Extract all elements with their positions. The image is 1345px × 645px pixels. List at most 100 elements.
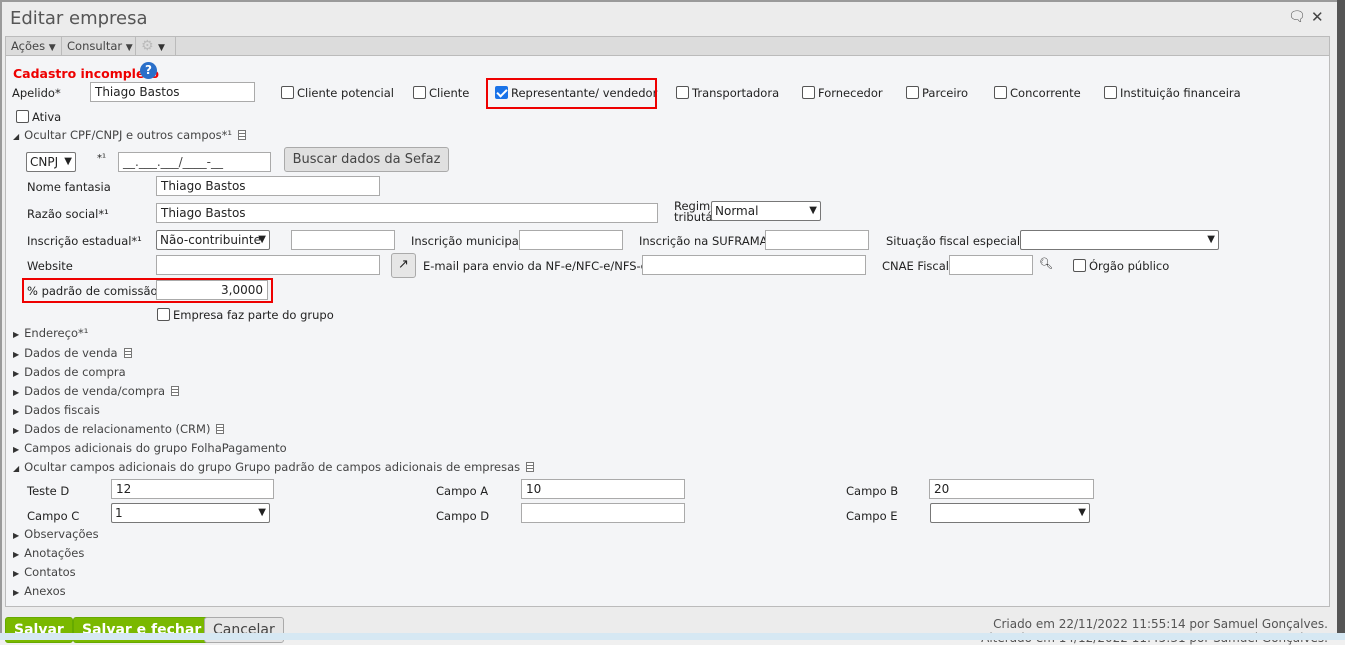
checkbox-transportadora[interactable]: Transportadora <box>676 86 779 100</box>
label: Concorrente <box>1010 86 1081 100</box>
website-input[interactable] <box>156 255 380 275</box>
suframa-label: Inscrição na SUFRAMA <box>639 234 768 248</box>
apelido-input[interactable]: Thiago Bastos <box>90 82 255 102</box>
value: CNPJ <box>30 155 59 169</box>
section-crm[interactable]: ▶ Dados de relacionamento (CRM) <box>13 422 225 436</box>
section-contatos[interactable]: ▶ Contatos <box>13 565 76 579</box>
campo-c-select[interactable]: 1 ▼ <box>111 503 270 523</box>
sefaz-button[interactable]: Buscar dados da Sefaz <box>284 147 449 172</box>
checkbox-grupo[interactable]: Empresa faz parte do grupo <box>157 308 334 322</box>
section-dados-venda-compra[interactable]: ▶ Dados de venda/compra <box>13 384 180 398</box>
label: Observações <box>24 527 99 541</box>
campo-b-label: Campo B <box>846 484 899 498</box>
checkbox-cliente-potencial[interactable]: Cliente potencial <box>281 86 394 100</box>
razao-social-input[interactable]: Thiago Bastos <box>156 203 658 223</box>
checkbox-concorrente[interactable]: Concorrente <box>994 86 1081 100</box>
scrollbar[interactable] <box>1337 0 1345 640</box>
situacao-select[interactable]: ▼ <box>1020 230 1219 250</box>
value: 1 <box>115 506 123 520</box>
campo-d-label: Campo D <box>436 509 490 523</box>
insc-estadual-label: Inscrição estadual*¹ <box>27 234 142 248</box>
section-dados-compra[interactable]: ▶ Dados de compra <box>13 365 126 379</box>
section-dados-venda[interactable]: ▶ Dados de venda <box>13 346 132 360</box>
campo-b-input[interactable]: 20 <box>929 479 1094 499</box>
label: Transportadora <box>692 86 780 100</box>
label: Anexos <box>24 584 66 598</box>
search-icon[interactable]: 🔍︎ <box>1039 257 1053 270</box>
doc-required-marker: *¹ <box>97 153 107 164</box>
cnae-input[interactable] <box>949 255 1033 275</box>
label: Ocultar CPF/CNPJ e outros campos*¹ <box>24 128 233 142</box>
incomplete-status: Cadastro incompleto <box>13 66 159 81</box>
label: Ocultar campos adicionais do grupo Grupo… <box>24 460 521 474</box>
help-icon[interactable]: ? <box>140 62 157 79</box>
campo-c-label: Campo C <box>27 509 80 523</box>
checkbox-instituicao-financeira[interactable]: Instituição financeira <box>1104 86 1241 100</box>
checkbox-cliente[interactable]: Cliente <box>413 86 469 100</box>
document-icon <box>238 130 247 140</box>
nome-fantasia-input[interactable]: Thiago Bastos <box>156 176 380 196</box>
insc-municipal-label: Inscrição municipal <box>411 234 523 248</box>
insc-municipal-input[interactable] <box>519 230 623 250</box>
section-dados-fiscais[interactable]: ▶ Dados fiscais <box>13 403 100 417</box>
section-observacoes[interactable]: ▶ Observações <box>13 527 99 541</box>
label: Fornecedor <box>818 86 883 100</box>
label: Endereço*¹ <box>24 326 89 340</box>
regime-select[interactable]: Normal ▼ <box>711 201 821 221</box>
label: Contatos <box>24 565 76 579</box>
email-nfe-label: E-mail para envio da NF-e/NFC-e/NFS-e <box>423 259 648 273</box>
razao-social-label: Razão social*¹ <box>27 207 109 221</box>
actions-menu[interactable]: Ações ▼ <box>6 37 62 55</box>
campo-d-input[interactable] <box>521 503 685 523</box>
teste-d-label: Teste D <box>27 484 70 498</box>
nome-fantasia-label: Nome fantasia <box>27 180 111 194</box>
label: Dados de relacionamento (CRM) <box>24 422 211 436</box>
close-icon[interactable]: ✕ <box>1311 8 1324 26</box>
checkbox-fornecedor[interactable]: Fornecedor <box>802 86 883 100</box>
checkbox-ativa[interactable]: Ativa <box>16 110 61 124</box>
bottom-strip <box>0 633 1345 640</box>
apelido-label: Apelido* <box>12 86 61 100</box>
insc-estadual-input[interactable] <box>291 230 395 250</box>
section-endereco[interactable]: ▶ Endereço*¹ <box>13 326 88 340</box>
label: Dados de venda/compra <box>24 384 166 398</box>
section-anotacoes[interactable]: ▶ Anotações <box>13 546 84 560</box>
section-anexos[interactable]: ▶ Anexos <box>13 584 66 598</box>
highlight-box <box>22 278 273 303</box>
campo-e-select[interactable]: ▼ <box>930 503 1090 523</box>
consult-menu[interactable]: Consultar ▼ <box>62 37 136 55</box>
campo-a-input[interactable]: 10 <box>521 479 685 499</box>
section-toggle-cpf[interactable]: ◢ Ocultar CPF/CNPJ e outros campos*¹ <box>13 128 247 142</box>
teste-d-input[interactable]: 12 <box>111 479 274 499</box>
value: Não-contribuinte <box>160 233 261 247</box>
campo-e-label: Campo E <box>846 509 898 523</box>
suframa-input[interactable] <box>765 230 869 250</box>
settings-menu[interactable]: ⚙ ▼ <box>136 37 176 55</box>
value: Normal <box>715 204 759 218</box>
label: Empresa faz parte do grupo <box>173 308 334 322</box>
label: Parceiro <box>922 86 969 100</box>
checkbox-parceiro[interactable]: Parceiro <box>906 86 968 100</box>
doc-type-select[interactable]: CNPJ ▼ <box>26 152 76 172</box>
cnae-label: CNAE Fiscal <box>882 259 949 273</box>
cnpj-input[interactable]: __.___.___/____-__ <box>118 152 271 172</box>
label: Dados de compra <box>24 365 126 379</box>
email-nfe-input[interactable] <box>642 255 866 275</box>
actions-label: Ações <box>11 39 46 53</box>
label: Cliente <box>429 86 470 100</box>
toolbar: Ações ▼ Consultar ▼ ⚙ ▼ <box>5 36 1330 56</box>
insc-estadual-select[interactable]: Não-contribuinte ▼ <box>156 230 270 250</box>
label: Anotações <box>24 546 85 560</box>
section-folha[interactable]: ▶ Campos adicionais do grupo FolhaPagamen… <box>13 441 287 455</box>
highlight-box <box>486 78 657 109</box>
checkbox-orgao-publico[interactable]: Órgão público <box>1073 259 1169 273</box>
chat-icon[interactable]: 🗨 <box>1288 9 1306 25</box>
section-toggle-extra[interactable]: ◢ Ocultar campos adicionais do grupo Grup… <box>13 460 535 474</box>
gear-icon: ⚙ <box>141 38 154 54</box>
label: Órgão público <box>1089 259 1170 273</box>
label: Dados de venda <box>24 346 118 360</box>
label: Dados fiscais <box>24 403 100 417</box>
situacao-label: Situação fiscal especial <box>886 234 1021 248</box>
open-link-icon[interactable]: ↗ <box>391 253 416 278</box>
consult-label: Consultar <box>67 39 123 53</box>
